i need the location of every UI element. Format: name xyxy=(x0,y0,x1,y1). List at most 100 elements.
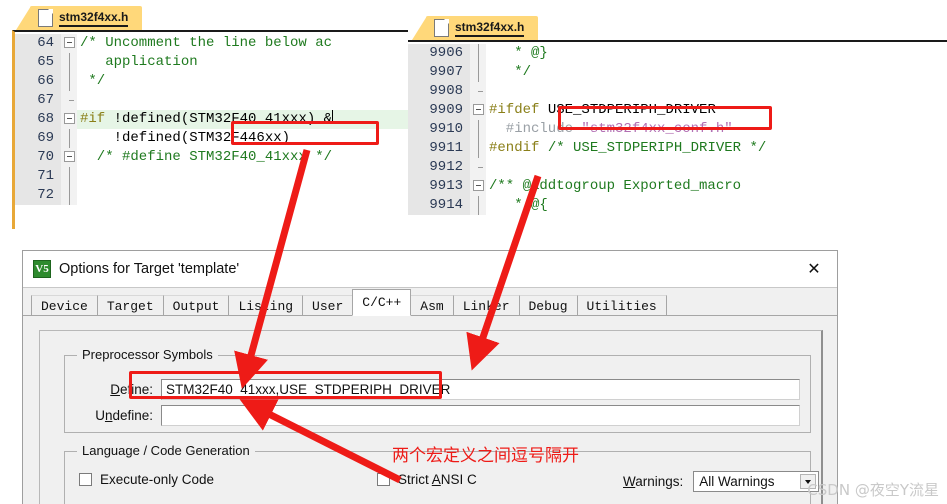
code-text: * @} xyxy=(489,45,548,61)
warnings-label: Warnings: xyxy=(623,474,684,489)
code-text: /** @addtogroup Exported_macro xyxy=(489,178,742,194)
document-icon xyxy=(434,19,449,37)
execute-only-code-label: Execute-only Code xyxy=(100,472,215,487)
define-input[interactable]: STM32F40_41xxx,USE_STDPERIPH_DRIVER xyxy=(161,378,800,400)
line-number: 67 xyxy=(15,91,61,110)
fold-column xyxy=(61,53,77,72)
code-line: 9914 * @{ xyxy=(408,196,947,215)
tab-listing[interactable]: Listing xyxy=(228,295,304,316)
fold-toggle-icon[interactable] xyxy=(473,180,484,191)
line-number: 72 xyxy=(15,186,61,205)
line-number: 9914 xyxy=(408,196,470,215)
fold-column xyxy=(61,110,77,129)
code-line: 68 #if !defined(STM32F40_41xxx) & xyxy=(15,110,420,129)
fold-toggle-icon[interactable] xyxy=(64,151,75,162)
undefine-label: Undefine: xyxy=(95,407,153,423)
line-number: 9906 xyxy=(408,44,470,63)
strict-ansi-c-option[interactable]: Strict ANSI C xyxy=(377,472,477,487)
dialog-page-cpp: Preprocessor Symbols Define: STM32F40_41… xyxy=(23,315,837,504)
code-line: 9912 xyxy=(408,158,947,177)
fold-column xyxy=(61,186,77,205)
tab-target[interactable]: Target xyxy=(96,295,164,316)
fold-end-tick xyxy=(478,91,483,92)
tab-debug[interactable]: Debug xyxy=(518,295,578,316)
tab-c-c[interactable]: C/C++ xyxy=(352,289,412,316)
line-number: 9907 xyxy=(408,63,470,82)
fold-toggle-icon[interactable] xyxy=(473,104,484,115)
close-icon[interactable]: ✕ xyxy=(803,259,825,279)
code-text: /* Uncomment the line below ac xyxy=(80,35,333,51)
code-line: 65 application xyxy=(15,53,420,72)
editor-left-code-area[interactable]: 64 /* Uncomment the line below ac 65 appli… xyxy=(12,30,420,229)
execute-only-code-option[interactable]: Execute-only Code xyxy=(79,472,214,487)
fold-column xyxy=(61,129,77,148)
fold-toggle-icon[interactable] xyxy=(64,113,75,124)
tab-output[interactable]: Output xyxy=(162,295,230,316)
editor-tab-stm32f4xx-right[interactable]: stm32f4xx.h xyxy=(411,16,539,40)
line-number: 70 xyxy=(15,148,61,167)
code-text: #ifdef USE_STDPERIPH_DRIVER xyxy=(489,102,716,118)
dialog-titlebar: V5 Options for Target 'template' ✕ xyxy=(23,251,837,287)
code-text: #endif /* USE_STDPERIPH_DRIVER */ xyxy=(489,140,767,156)
tab-device[interactable]: Device xyxy=(31,295,98,316)
warnings-value: All Warnings xyxy=(699,474,775,489)
dialog-tabstrip: Device Target Output Listing User C/C++ Asm Lin… xyxy=(23,287,837,316)
strict-ansi-c-checkbox[interactable] xyxy=(377,473,390,486)
preprocessor-symbols-group: Preprocessor Symbols Define: STM32F40_41… xyxy=(64,347,811,433)
fold-column xyxy=(470,63,486,82)
code-text: application xyxy=(80,54,198,70)
code-text: !defined(STM32F446xx) xyxy=(80,130,291,146)
fold-column xyxy=(470,158,486,177)
code-text: #if !defined(STM32F40_41xxx) & xyxy=(77,110,420,129)
code-editor-left: stm32f4xx.h 64 /* Uncomment the line belo… xyxy=(8,2,420,229)
preprocessor-symbols-legend: Preprocessor Symbols xyxy=(77,347,218,362)
line-number: 68 xyxy=(15,110,61,129)
fold-column xyxy=(470,44,486,63)
fold-column xyxy=(61,167,77,186)
code-line: 9913 /** @addtogroup Exported_macro xyxy=(408,177,947,196)
fold-toggle-icon[interactable] xyxy=(64,37,75,48)
fold-line xyxy=(478,139,479,158)
code-line: 9907 */ xyxy=(408,63,947,82)
code-text: */ xyxy=(80,73,106,89)
editor-tab-stm32f4xx-left[interactable]: stm32f4xx.h xyxy=(15,6,143,30)
undefine-input[interactable] xyxy=(161,404,800,426)
fold-line xyxy=(478,63,479,82)
fold-line xyxy=(69,186,70,205)
fold-end-tick xyxy=(69,100,74,101)
editor-left-lines: 64 /* Uncomment the line below ac 65 appli… xyxy=(15,32,420,205)
fold-column xyxy=(470,101,486,120)
code-text: /* #define STM32F40_41xxx */ xyxy=(80,149,333,165)
editor-right-lines: 9906 * @} 9907 */9908 9909 #ifdef USE_STDPE… xyxy=(408,42,947,215)
fold-line xyxy=(478,120,479,139)
editor-right-code-area[interactable]: 9906 * @} 9907 */9908 9909 #ifdef USE_STDPE… xyxy=(408,40,947,227)
tab-user[interactable]: User xyxy=(302,295,354,316)
warnings-select[interactable]: All Warnings xyxy=(693,471,820,492)
document-icon xyxy=(38,9,53,27)
dialog-title: Options for Target 'template' xyxy=(59,261,240,277)
code-line: 9906 * @} xyxy=(408,44,947,63)
code-line: 9909 #ifdef USE_STDPERIPH_DRIVER xyxy=(408,101,947,120)
line-number: 65 xyxy=(15,53,61,72)
execute-only-code-checkbox[interactable] xyxy=(79,473,92,486)
line-number: 9912 xyxy=(408,158,470,177)
tab-linker[interactable]: Linker xyxy=(452,295,520,316)
fold-line xyxy=(69,72,70,91)
line-number: 66 xyxy=(15,72,61,91)
line-number: 9913 xyxy=(408,177,470,196)
csdn-watermark: CSDN @夜空Y流星 xyxy=(807,481,939,499)
tab-asm[interactable]: Asm xyxy=(410,295,454,316)
code-line: 70 /* #define STM32F40_41xxx */ xyxy=(15,148,420,167)
editor-left-tabstrip: stm32f4xx.h xyxy=(8,2,420,30)
keil-uvision-icon: V5 xyxy=(33,260,51,278)
tab-utilities[interactable]: Utilities xyxy=(576,295,667,316)
define-label: Define: xyxy=(110,381,153,397)
line-number: 9911 xyxy=(408,139,470,158)
code-line: 9910 #include "stm32f4xx_conf.h" xyxy=(408,120,947,139)
line-number: 9910 xyxy=(408,120,470,139)
line-number: 9909 xyxy=(408,101,470,120)
